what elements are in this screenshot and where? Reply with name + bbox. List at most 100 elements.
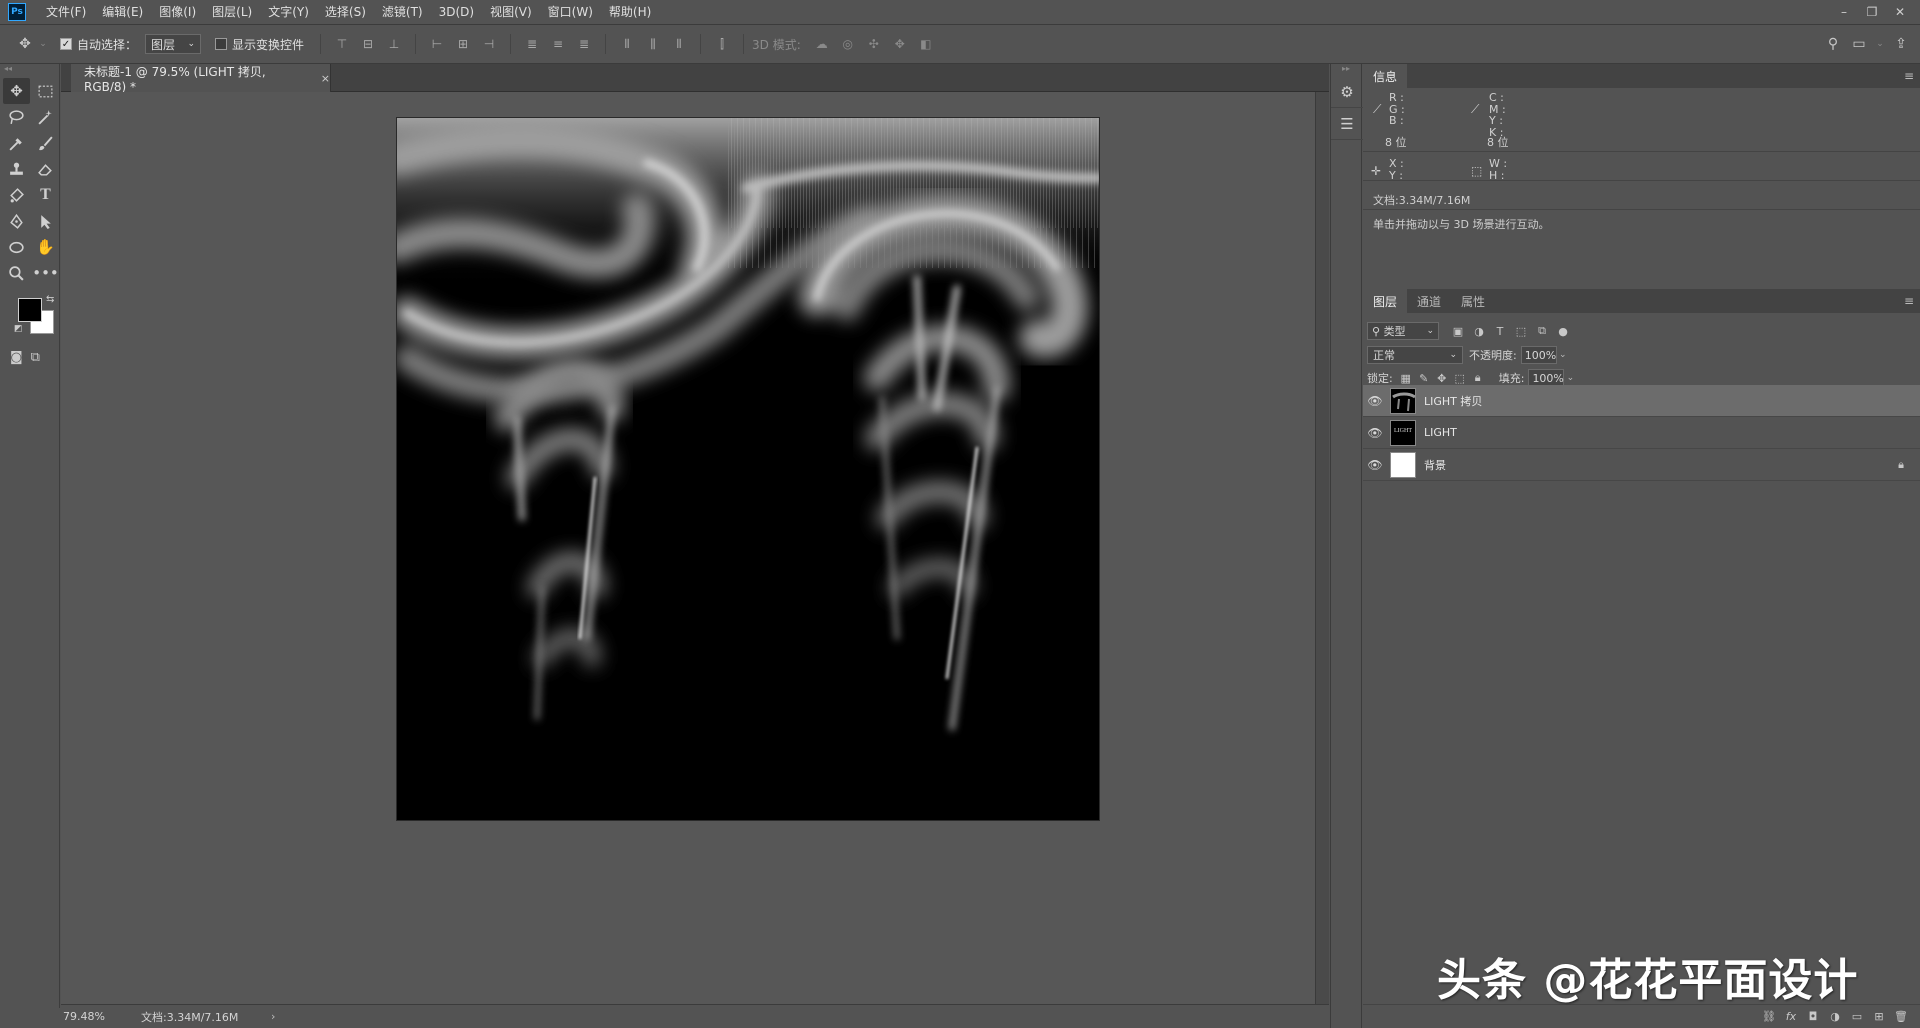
align-bottom-icon[interactable]: ⊥ [384,34,404,54]
vertical-scrollbar[interactable] [1315,92,1329,1004]
opacity-field[interactable]: 100% [1520,346,1557,364]
layer-name[interactable]: LIGHT 拷贝 [1424,393,1482,409]
menu-view[interactable]: 视图(V) [482,0,540,24]
align-right-icon[interactable]: ⊣ [479,34,499,54]
tab-info[interactable]: 信息 [1363,64,1408,88]
menu-file[interactable]: 文件(F) [38,0,94,24]
add-mask-icon[interactable]: ◘ [1802,1010,1824,1023]
lock-transparent-icon[interactable]: ▦ [1397,372,1415,385]
lock-position-icon[interactable]: ✥ [1433,372,1451,385]
chevron-down-icon[interactable]: ⌄ [1564,373,1576,383]
menu-filter[interactable]: 滤镜(T) [374,0,431,24]
panel-menu-icon[interactable]: ≡ [1904,294,1914,308]
document-tab[interactable]: 未标题-1 @ 79.5% (LIGHT 拷贝, RGB/8) * × [71,64,331,94]
dock-grip[interactable]: ▸▸ [1331,64,1361,76]
distribute-top-icon[interactable]: ≣ [522,34,542,54]
hand-tool-icon[interactable]: ✋ [32,234,59,260]
3d-panel-icon[interactable]: ⚙ [1331,76,1363,108]
distribute-hcenter-icon[interactable]: ⫼ [643,34,663,54]
filter-type-icon[interactable]: T [1490,325,1510,338]
menu-select[interactable]: 选择(S) [317,0,374,24]
adjustment-layer-icon[interactable]: ◑ [1824,1010,1846,1023]
3d-scale-icon[interactable]: ◧ [916,34,936,54]
eyedropper-tool-icon[interactable] [3,130,30,156]
menu-layer[interactable]: 图层(L) [204,0,260,24]
tab-channels[interactable]: 通道 [1407,289,1451,313]
menu-edit[interactable]: 编辑(E) [94,0,151,24]
path-select-tool-icon[interactable] [32,208,59,234]
visibility-eye-icon[interactable]: 👁︎ [1363,394,1387,408]
pen-tool-icon[interactable] [3,208,30,234]
auto-select-dropdown[interactable]: 图层 ⌄ [145,34,202,54]
stamp-tool-icon[interactable] [3,156,30,182]
distribute-bottom-icon[interactable]: ≣ [574,34,594,54]
menu-window[interactable]: 窗口(W) [540,0,601,24]
chevron-down-icon[interactable]: ⌄ [1557,350,1569,360]
move-tool-icon[interactable]: ✥ [3,78,30,104]
marquee-tool-icon[interactable] [32,78,59,104]
ellipse-tool-icon[interactable] [3,234,30,260]
distribute-vcenter-icon[interactable]: ≡ [548,34,568,54]
search-icon[interactable]: ⚲ [1822,33,1844,55]
3d-slide-icon[interactable]: ✥ [890,34,910,54]
quick-mask-icon[interactable]: ◙ [10,350,23,365]
filter-pixel-icon[interactable]: ▣ [1448,325,1468,338]
screen-mode-icon[interactable]: ⧉ [31,350,40,365]
visibility-eye-icon[interactable]: 👁︎ [1363,458,1387,472]
filter-shape-icon[interactable]: ⬚ [1511,325,1531,338]
layer-row[interactable]: 👁︎ 背景 🔒︎ [1363,449,1920,481]
new-layer-icon[interactable]: ⊞ [1868,1010,1890,1023]
canvas-workspace[interactable] [61,92,1329,1004]
type-tool-icon[interactable]: T [32,182,59,208]
restore-icon[interactable]: ❐ [1858,0,1886,24]
auto-align-icon[interactable]: ⫿ [712,34,732,54]
layer-kind-dropdown[interactable]: ⚲ 类型 ⌄ [1367,322,1439,340]
brush-tool-icon[interactable] [32,130,59,156]
workspace-icon[interactable]: ▭ [1848,33,1870,55]
layer-row[interactable]: 👁︎ LIGHT LIGHT [1363,417,1920,449]
more-tools-icon[interactable]: ••• [32,260,59,286]
menu-type[interactable]: 文字(Y) [260,0,317,24]
align-left-icon[interactable]: ⊢ [427,34,447,54]
zoom-tool-icon[interactable] [3,260,30,286]
tab-layers[interactable]: 图层 [1363,289,1408,313]
lock-image-icon[interactable]: ✎ [1415,372,1433,385]
filter-adjustment-icon[interactable]: ◑ [1469,325,1489,338]
panel-menu-icon[interactable]: ≡ [1904,69,1914,83]
menu-image[interactable]: 图像(I) [151,0,204,24]
3d-pan-icon[interactable]: ✣ [864,34,884,54]
visibility-eye-icon[interactable]: 👁︎ [1363,426,1387,440]
lock-all-icon[interactable]: 🔒︎ [1469,371,1487,385]
filter-smart-object-icon[interactable]: ⧉ [1532,324,1552,338]
panel-grip[interactable]: ◂◂ [0,64,59,76]
transform-controls-checkbox[interactable] [215,38,228,50]
gradient-tool-icon[interactable] [3,182,30,208]
tab-properties[interactable]: 属性 [1451,289,1495,313]
close-tab-icon[interactable]: × [321,72,330,85]
close-window-icon[interactable]: ✕ [1886,0,1914,24]
default-colors-icon[interactable]: ◩ [14,324,23,334]
3d-orbit-icon[interactable]: ☁ [812,34,832,54]
workspace-chevron-icon[interactable]: ⌄ [1874,33,1886,55]
align-hcenter-icon[interactable]: ⊞ [453,34,473,54]
swap-colors-icon[interactable]: ⇆ [46,294,54,305]
menu-3d[interactable]: 3D(D) [431,0,482,24]
move-tool-icon[interactable]: ✥ [14,33,36,55]
layer-row[interactable]: 👁︎ LIGHT 拷贝 [1363,385,1920,417]
magic-wand-tool-icon[interactable] [32,104,59,130]
distribute-right-icon[interactable]: ⫴ [669,34,689,54]
layer-name[interactable]: LIGHT [1424,426,1457,439]
3d-roll-icon[interactable]: ◎ [838,34,858,54]
minimize-icon[interactable]: – [1830,0,1858,24]
layer-comps-icon[interactable]: ☰ [1331,108,1363,140]
share-icon[interactable]: ⇪ [1890,33,1912,55]
lock-artboard-icon[interactable]: ⬚ [1451,372,1469,385]
auto-select-checkbox[interactable]: ✓ [60,38,72,50]
align-vcenter-icon[interactable]: ⊟ [358,34,378,54]
document-canvas[interactable] [397,118,1099,820]
filter-toggle-icon[interactable]: ● [1553,325,1573,338]
blend-mode-dropdown[interactable]: 正常 ⌄ [1367,346,1463,364]
tool-preset-chevron-icon[interactable]: ⌄ [36,33,50,55]
align-top-icon[interactable]: ⊤ [332,34,352,54]
delete-layer-icon[interactable]: 🗑︎ [1890,1010,1912,1023]
